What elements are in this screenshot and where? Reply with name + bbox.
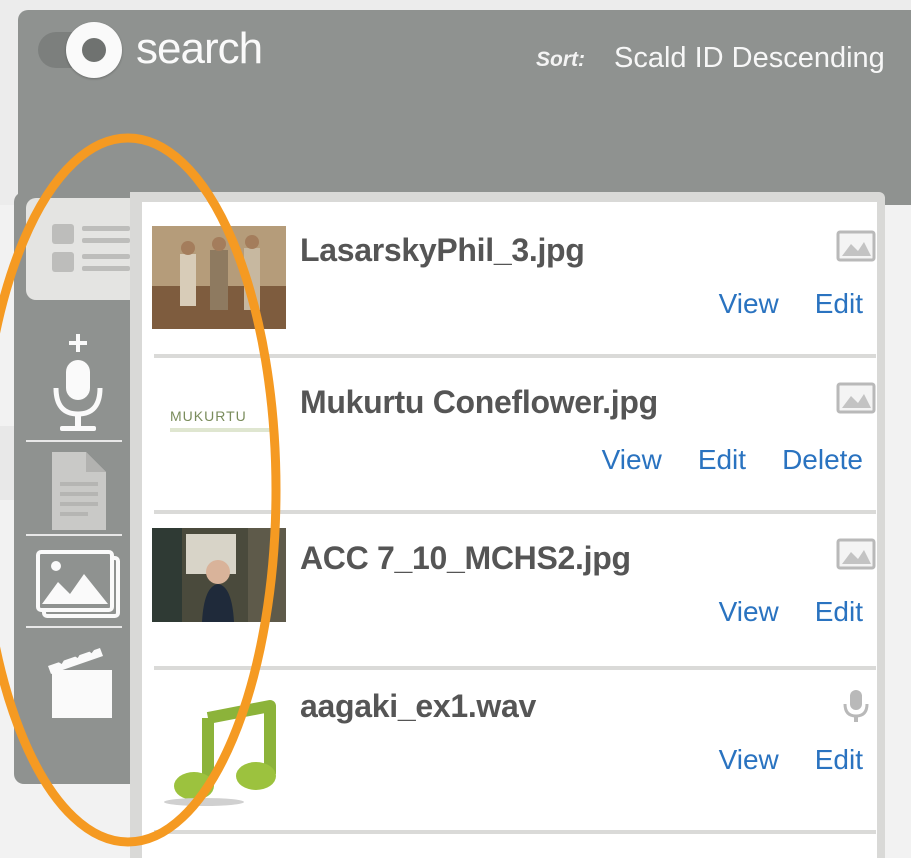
- media-list-panel: LasarskyPhil_3.jpg View Edit MUKURTU Muk…: [130, 192, 885, 858]
- clapperboard-icon: [48, 642, 112, 718]
- microphone-plus-icon: [53, 334, 103, 431]
- image-type-icon: [836, 230, 876, 262]
- audio-type-icon: [843, 690, 869, 722]
- sidebar-item-video[interactable]: [26, 636, 122, 726]
- list-item: aagaki_ex1.wav View Edit: [142, 670, 877, 822]
- list-item: ACC 7_10_MCHS2.jpg View Edit: [142, 514, 877, 666]
- sidebar-item-add-audio[interactable]: [26, 330, 122, 431]
- item-title[interactable]: Mukurtu Coneflower.jpg: [300, 384, 658, 421]
- item-title[interactable]: LasarskyPhil_3.jpg: [300, 232, 585, 269]
- item-actions: View Edit Delete: [602, 444, 863, 476]
- sidebar-item-document[interactable]: [26, 448, 122, 538]
- view-link[interactable]: View: [719, 288, 779, 320]
- sidebar-item-list-view[interactable]: [26, 198, 146, 300]
- thumbnail-logo-text: MUKURTU: [170, 408, 247, 424]
- edit-link[interactable]: Edit: [815, 596, 863, 628]
- item-actions: View Edit: [719, 744, 863, 776]
- item-actions: View Edit: [719, 288, 863, 320]
- header-bar: search Sort: Scald ID Descending: [18, 10, 911, 205]
- list-item: MUKURTU Mukurtu Coneflower.jpg View Edit…: [142, 358, 877, 510]
- media-type-sidebar: [14, 192, 146, 784]
- edit-link[interactable]: Edit: [815, 744, 863, 776]
- sidebar-divider: [26, 440, 122, 442]
- item-title[interactable]: aagaki_ex1.wav: [300, 688, 536, 725]
- sidebar-divider: [26, 534, 122, 536]
- list-divider: [154, 830, 876, 834]
- thumbnail-mukurtu-coneflower[interactable]: MUKURTU: [152, 382, 286, 485]
- search-toggle-knob[interactable]: [66, 22, 122, 78]
- list-item: LasarskyPhil_3.jpg View Edit: [142, 202, 877, 354]
- view-link[interactable]: View: [719, 744, 779, 776]
- sidebar-item-image[interactable]: [26, 544, 122, 634]
- delete-link[interactable]: Delete: [782, 444, 863, 476]
- document-icon: [52, 452, 106, 530]
- image-type-icon: [836, 382, 876, 414]
- music-note-icon: [164, 700, 276, 806]
- item-title[interactable]: ACC 7_10_MCHS2.jpg: [300, 540, 631, 577]
- edit-link[interactable]: Edit: [815, 288, 863, 320]
- image-stack-icon: [36, 550, 120, 618]
- sort-label: Sort:: [536, 48, 585, 71]
- sidebar-divider: [26, 626, 122, 628]
- edit-link[interactable]: Edit: [698, 444, 746, 476]
- item-actions: View Edit: [719, 596, 863, 628]
- sort-select[interactable]: Scald ID Descending: [614, 42, 885, 75]
- view-link[interactable]: View: [602, 444, 662, 476]
- thumbnail-audio-file[interactable]: [152, 690, 286, 810]
- view-link[interactable]: View: [719, 596, 779, 628]
- thumbnail-acc-7-10-mchs2[interactable]: [152, 528, 286, 622]
- image-type-icon: [836, 538, 876, 570]
- search-label[interactable]: search: [136, 24, 263, 74]
- list-icon: [52, 224, 130, 272]
- thumbnail-lasarskyphil[interactable]: [152, 226, 286, 329]
- media-list: LasarskyPhil_3.jpg View Edit MUKURTU Muk…: [142, 202, 877, 858]
